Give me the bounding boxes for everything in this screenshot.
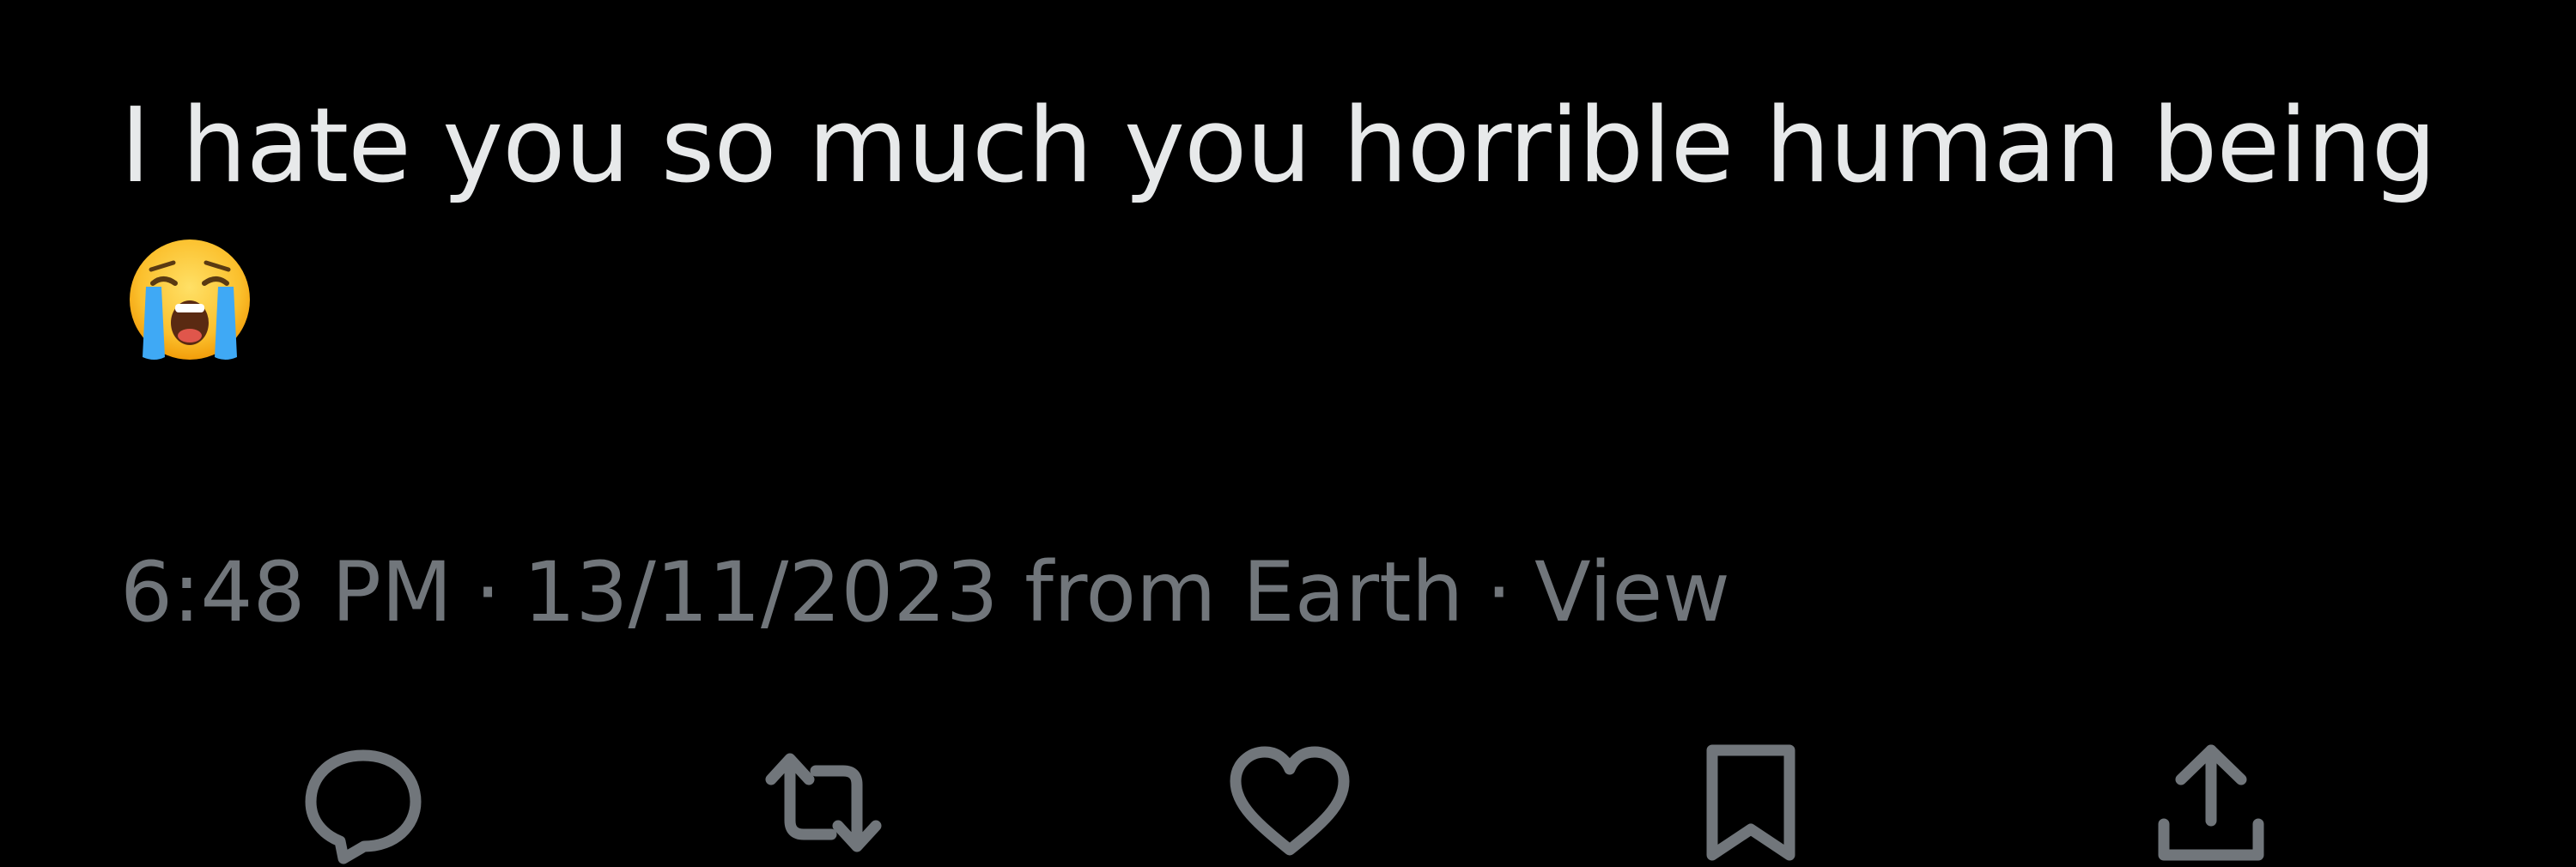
- share-button[interactable]: [2147, 738, 2275, 867]
- bookmark-icon: [1706, 744, 1795, 861]
- loudly-crying-face-emoji-icon: [127, 237, 252, 362]
- bookmark-button[interactable]: [1686, 738, 1815, 867]
- tweet-time: 6:48 PM: [120, 544, 453, 640]
- tweet-detail: I hate you so much you horrible human be…: [0, 0, 2576, 864]
- tweet-action-bar: [0, 738, 2576, 864]
- view-link[interactable]: View: [1534, 541, 1730, 644]
- tweet-metadata: 6:48 PM · 13/11/2023 from Earth · View: [120, 541, 1730, 644]
- separator-dot: ·: [474, 544, 501, 640]
- tweet-date-source: 13/11/2023 from Earth: [523, 544, 1464, 640]
- repost-button[interactable]: [759, 738, 888, 867]
- repost-arrows-icon: [765, 753, 882, 852]
- reply-button[interactable]: [299, 738, 428, 867]
- separator-dot: ·: [1485, 544, 1513, 640]
- tweet-text: I hate you so much you horrible human be…: [120, 87, 2437, 206]
- reply-bubble-icon: [305, 749, 422, 864]
- like-button[interactable]: [1225, 738, 1354, 867]
- share-upload-icon: [2158, 744, 2264, 861]
- heart-icon: [1230, 746, 1350, 856]
